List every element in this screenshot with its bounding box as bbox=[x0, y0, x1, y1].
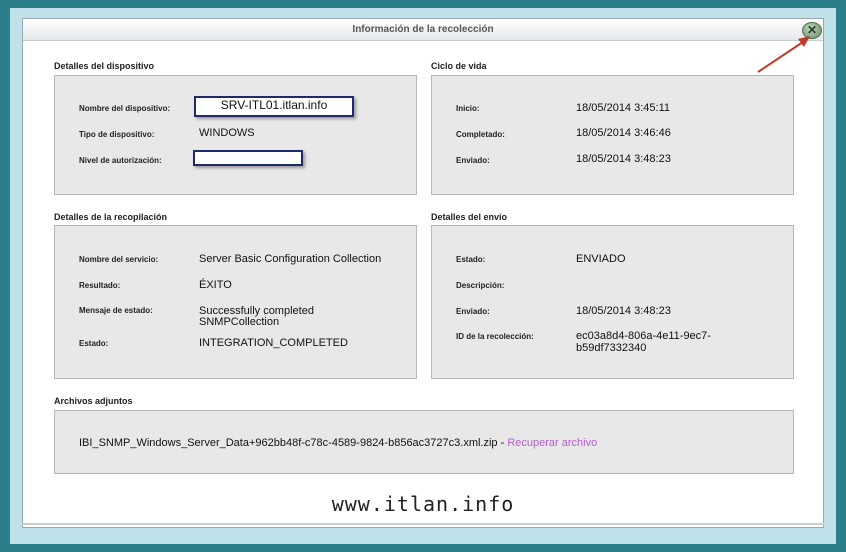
description-label: Descripción: bbox=[456, 281, 505, 290]
device-type-label: Tipo de dispositivo: bbox=[79, 130, 155, 139]
status-message-line2: SNMPCollection bbox=[199, 316, 280, 328]
device-panel: Nombre del dispositivo: SRV-ITL01.itlan.… bbox=[54, 75, 417, 195]
auth-level-value bbox=[193, 150, 303, 166]
retrieve-file-link[interactable]: Recuperar archivo bbox=[507, 437, 597, 449]
collection-panel: Nombre del servicio: Server Basic Config… bbox=[54, 225, 417, 379]
shipment-sent-value: 18/05/2014 3:48:23 bbox=[576, 305, 671, 317]
attachments-panel: IBI_SNMP_Windows_Server_Data+962bb48f-c7… bbox=[54, 410, 794, 474]
attachments-section-title: Archivos adjuntos bbox=[54, 396, 133, 406]
start-value: 18/05/2014 3:45:11 bbox=[576, 102, 670, 114]
device-name-label: Nombre del dispositivo: bbox=[79, 104, 171, 113]
sent-value: 18/05/2014 3:48:23 bbox=[576, 153, 671, 165]
result-label: Resultado: bbox=[79, 281, 121, 290]
state-label: Estado: bbox=[79, 339, 109, 348]
device-type-value: WINDOWS bbox=[199, 127, 255, 139]
auth-level-label: Nivel de autorización: bbox=[79, 156, 162, 165]
status-message-label: Mensaje de estado: bbox=[79, 306, 153, 315]
shipment-panel: Estado: ENVIADO Descripción: Enviado: 18… bbox=[431, 225, 794, 379]
start-label: Inicio: bbox=[456, 104, 480, 113]
sent-label: Enviado: bbox=[456, 156, 490, 165]
service-name-value: Server Basic Configuration Collection bbox=[199, 253, 382, 265]
state-value: INTEGRATION_COMPLETED bbox=[199, 337, 348, 349]
bottom-divider bbox=[22, 523, 824, 525]
device-name-value: SRV-ITL01.itlan.info bbox=[194, 96, 354, 117]
device-section-title: Detalles del dispositivo bbox=[54, 61, 155, 71]
watermark-text: www.itlan.info bbox=[331, 492, 515, 516]
completed-label: Completado: bbox=[456, 130, 505, 139]
collection-id-line2: b59df7332340 bbox=[576, 342, 647, 354]
lifecycle-section-title: Ciclo de vida bbox=[431, 61, 487, 71]
collection-section-title: Detalles de la recopilación bbox=[54, 212, 168, 222]
shipment-sent-label: Enviado: bbox=[456, 307, 490, 316]
shipment-state-label: Estado: bbox=[456, 255, 486, 264]
lifecycle-panel: Inicio: 18/05/2014 3:45:11 Completado: 1… bbox=[431, 75, 794, 195]
collection-id-line1: ec03a8d4-806a-4e11-9ec7- bbox=[576, 330, 711, 342]
attachment-separator: - bbox=[497, 437, 508, 449]
attachment-row: IBI_SNMP_Windows_Server_Data+962bb48f-c7… bbox=[79, 437, 597, 449]
collection-id-label: ID de la recolección: bbox=[456, 332, 534, 341]
completed-value: 18/05/2014 3:46:46 bbox=[576, 127, 671, 139]
service-name-label: Nombre del servicio: bbox=[79, 255, 159, 264]
shipment-state-value: ENVIADO bbox=[576, 253, 626, 265]
attachment-file-name: IBI_SNMP_Windows_Server_Data+962bb48f-c7… bbox=[79, 437, 498, 449]
result-value: ÉXITO bbox=[199, 279, 232, 291]
shipment-section-title: Detalles del envío bbox=[431, 212, 508, 222]
